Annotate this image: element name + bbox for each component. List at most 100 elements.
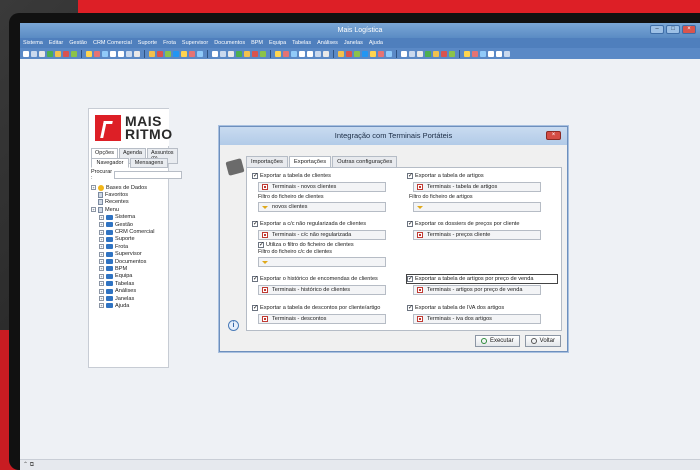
tree-item[interactable]: + Equipa <box>91 273 167 280</box>
menu-documentos[interactable]: Documentos <box>214 40 245 46</box>
use-client-filter-checkbox[interactable]: ✓ <box>258 242 264 248</box>
menu-ajuda[interactable]: Ajuda <box>369 40 383 46</box>
toolbar-button-icon[interactable] <box>275 50 281 57</box>
expand-icon[interactable]: + <box>99 288 104 294</box>
toolbar-button-icon[interactable] <box>386 50 392 57</box>
toolbar-button-icon[interactable] <box>441 50 447 57</box>
menu-editar[interactable]: Editar <box>49 40 63 46</box>
expand-icon[interactable]: + <box>99 214 104 220</box>
toolbar-button-icon[interactable] <box>102 50 108 57</box>
expand-icon[interactable]: + <box>99 273 104 279</box>
toolbar-button-icon[interactable] <box>291 50 297 57</box>
toolbar-button-icon[interactable] <box>362 50 368 57</box>
expand-icon[interactable]: + <box>99 236 104 242</box>
toolbar-button-icon[interactable] <box>307 50 313 57</box>
toolbar-button-icon[interactable] <box>472 50 478 57</box>
menu-equipa[interactable]: Equipa <box>269 40 286 46</box>
tree-item[interactable]: + Suporte <box>91 236 167 243</box>
tree-item[interactable]: + Bases de Dados <box>91 184 167 191</box>
toolbar-button-icon[interactable] <box>31 50 37 57</box>
toolbar-button-icon[interactable] <box>47 50 53 57</box>
toolbar-button-icon[interactable] <box>181 50 187 57</box>
tree-item[interactable]: + Frota <box>91 243 167 250</box>
toolbar-button-icon[interactable] <box>157 50 163 57</box>
tree-item[interactable]: + Sistema <box>91 214 167 221</box>
expand-icon[interactable]: + <box>91 185 96 191</box>
export-discounts-checkbox[interactable]: ✓ <box>252 305 258 311</box>
toolbar-button-icon[interactable] <box>370 50 376 57</box>
tree-item[interactable]: +Favoritos <box>91 191 167 199</box>
tree-item[interactable]: + Tabelas <box>91 280 167 287</box>
toolbar-button-icon[interactable] <box>134 50 140 57</box>
toolbar-button-icon[interactable] <box>173 50 179 57</box>
expand-icon[interactable]: + <box>99 229 104 235</box>
history-query-field[interactable]: Terminais - histórico de clientes <box>258 285 386 295</box>
tree-item[interactable]: + Ajuda <box>91 302 167 309</box>
menu-frota[interactable]: Frota <box>163 40 176 46</box>
menu-bpm[interactable]: BPM <box>251 40 263 46</box>
toolbar-button-icon[interactable] <box>401 50 407 57</box>
maximize-button[interactable]: □ <box>666 25 680 34</box>
export-cc-checkbox[interactable]: ✓ <box>252 221 258 227</box>
toolbar-button-icon[interactable] <box>480 50 486 57</box>
toolbar-button-icon[interactable] <box>449 50 455 57</box>
close-button[interactable]: × <box>682 25 696 34</box>
menu-supervisor[interactable]: Supervisor <box>182 40 208 46</box>
export-history-checkbox[interactable]: ✓ <box>252 276 258 282</box>
tab-mensagens[interactable]: Mensagens <box>130 158 168 168</box>
toolbar-button-icon[interactable] <box>149 50 155 57</box>
toolbar-button-icon[interactable] <box>228 50 234 57</box>
menu-sistema[interactable]: Sistema <box>23 40 43 46</box>
info-icon[interactable]: i <box>228 320 239 331</box>
toolbar-button-icon[interactable] <box>220 50 226 57</box>
tree-item[interactable]: + Supervisor <box>91 251 167 258</box>
discounts-query-field[interactable]: Terminais - descontos <box>258 314 386 324</box>
toolbar-button-icon[interactable] <box>71 50 77 57</box>
menu-crm-comercial[interactable]: CRM Comercial <box>93 40 132 46</box>
cc-query-field[interactable]: Terminais - c/c não regularizada <box>258 230 386 240</box>
toolbar-button-icon[interactable] <box>244 50 250 57</box>
tree-item[interactable]: + Menu <box>91 206 167 213</box>
expand-icon[interactable]: + <box>99 303 104 309</box>
sale-price-query-field[interactable]: Terminais - artigos por preço de venda <box>413 285 541 295</box>
toolbar-button-icon[interactable] <box>425 50 431 57</box>
articles-filter-field[interactable] <box>413 202 541 212</box>
toolbar-button-icon[interactable] <box>86 50 92 57</box>
toolbar-button-icon[interactable] <box>110 50 116 57</box>
status-arrow-icon[interactable]: ⌃ ⧉ <box>23 462 34 468</box>
tree-item[interactable]: + CRM Comercial <box>91 228 167 235</box>
expand-icon[interactable]: + <box>99 244 104 250</box>
toolbar-button-icon[interactable] <box>63 50 69 57</box>
toolbar-button-icon[interactable] <box>417 50 423 57</box>
clients-query-field[interactable]: Terminais - novos clientes <box>258 182 386 192</box>
dialog-close-button[interactable]: × <box>546 131 561 140</box>
toolbar-button-icon[interactable] <box>323 50 329 57</box>
vat-query-field[interactable]: Terminais - iva dos artigos <box>413 314 541 324</box>
toolbar-button-icon[interactable] <box>165 50 171 57</box>
tree-item[interactable]: + Gestão <box>91 221 167 228</box>
search-input[interactable] <box>114 170 183 179</box>
toolbar-button-icon[interactable] <box>197 50 203 57</box>
toolbar-button-icon[interactable] <box>338 50 344 57</box>
menu-suporte[interactable]: Suporte <box>138 40 157 46</box>
export-vat-checkbox[interactable]: ✓ <box>407 305 413 311</box>
export-sale-price-checkbox[interactable]: ✓ <box>407 276 413 282</box>
toolbar-button-icon[interactable] <box>126 50 132 57</box>
cc-filter-field[interactable] <box>258 257 386 267</box>
expand-icon[interactable]: + <box>99 251 104 257</box>
expand-icon[interactable]: + <box>99 222 104 228</box>
toolbar-button-icon[interactable] <box>212 50 218 57</box>
articles-query-field[interactable]: Terminais - tabela de artigos <box>413 182 541 192</box>
toolbar-button-icon[interactable] <box>283 50 289 57</box>
prices-query-field[interactable]: Terminais - preços cliente <box>413 230 541 240</box>
toolbar-button-icon[interactable] <box>55 50 61 57</box>
export-articles-checkbox[interactable]: ✓ <box>407 173 413 179</box>
toolbar-button-icon[interactable] <box>433 50 439 57</box>
toolbar-button-icon[interactable] <box>488 50 494 57</box>
toolbar-button-icon[interactable] <box>378 50 384 57</box>
menu-gestao[interactable]: Gestão <box>69 40 87 46</box>
execute-button[interactable]: Executar <box>474 335 520 347</box>
expand-icon[interactable]: + <box>99 281 104 287</box>
menu-tabelas[interactable]: Tabelas <box>292 40 311 46</box>
toolbar-button-icon[interactable] <box>23 50 29 57</box>
